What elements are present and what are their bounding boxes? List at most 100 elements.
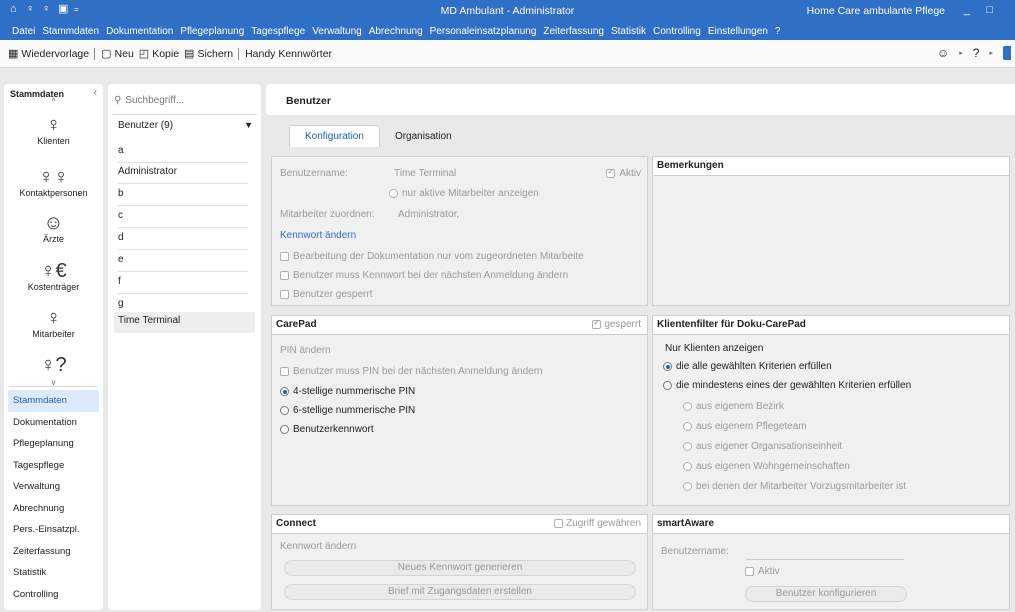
nav-item-more[interactable]: ♀? (4, 354, 103, 376)
scroll-up-icon[interactable]: ^ (4, 97, 103, 106)
pin6-radio[interactable]: 6-stellige nummerische PIN (280, 405, 415, 416)
list-item[interactable]: b (118, 185, 248, 206)
help-icon[interactable]: ? (973, 46, 980, 60)
criterion-label: aus eigenen Wohngemeinschaften (696, 461, 850, 472)
criterion-checkbox[interactable]: aus eigenem Bezirk (683, 401, 784, 412)
only-active-checkbox[interactable]: nur aktive Mitarbeiter anzeigen (389, 188, 539, 199)
module-zeiterfassung[interactable]: Zeiterfassung (4, 541, 103, 563)
calendar-icon: ▦ (8, 48, 19, 60)
module-pers-einsatzpl[interactable]: Pers.-Einsatzpl. (4, 519, 103, 541)
doc-only-checkbox[interactable]: Bearbeitung der Dokumentation nur vom zu… (280, 251, 584, 262)
list-item[interactable]: c (118, 207, 248, 228)
menu-personaleinsatzplanung[interactable]: Personaleinsatzplanung (430, 26, 544, 37)
dropdown-arrow-icon[interactable]: ▼ (244, 120, 253, 130)
module-tagespflege[interactable]: Tagespflege (4, 455, 103, 477)
list-item[interactable]: Administrator (118, 163, 248, 184)
save-button[interactable]: ▤ Sichern (184, 47, 233, 61)
criterion-checkbox[interactable]: aus eigenem Pflegeteam (683, 421, 807, 432)
criterion-checkbox[interactable]: aus eigenen Wohngemeinschaften (683, 461, 850, 472)
checkbox-icon (280, 367, 289, 376)
smartaware-aktiv-checkbox[interactable]: Aktiv (745, 566, 780, 577)
generate-password-button[interactable]: Neues Kennwort generieren (284, 560, 636, 576)
menu-statistik[interactable]: Statistik (611, 26, 653, 37)
list-item-selected[interactable]: Time Terminal (114, 312, 255, 333)
menu-tagespflege[interactable]: Tagespflege (251, 26, 312, 37)
handy-passwords-button[interactable]: Handy Kennwörter (245, 48, 332, 60)
copy-button[interactable]: ◰ Kopie (139, 47, 180, 61)
user-locked-checkbox[interactable]: Benutzer gesperrt (280, 289, 373, 300)
module-verwaltung[interactable]: Verwaltung (4, 476, 103, 498)
menu-einstellungen[interactable]: Einstellungen (708, 26, 775, 37)
module-stammdaten[interactable]: Stammdaten (8, 390, 99, 412)
pin4-radio[interactable]: 4-stellige nummerische PIN (280, 386, 415, 397)
wiedervorlage-button[interactable]: ▦ Wiedervorlage (8, 47, 89, 61)
new-button[interactable]: ▢ Neu (101, 47, 134, 61)
criterion-label: aus eigenem Pflegeteam (696, 421, 807, 432)
create-letter-button[interactable]: Brief mit Zugangsdaten erstellen (284, 584, 636, 600)
user-group-header[interactable]: Benutzer (9) (118, 120, 173, 131)
username-label: Benutzername: (280, 168, 348, 179)
nav-item-kontaktpersonen[interactable]: ♀♀ Kontaktpersonen (4, 166, 103, 198)
list-item[interactable]: a (118, 142, 248, 163)
maximize-button[interactable]: □ (986, 4, 993, 16)
filter-all-radio[interactable]: die alle gewählten Kriterien erfüllen (663, 361, 832, 372)
must-change-pw-checkbox[interactable]: Benutzer muss Kennwort bei der nächsten … (280, 270, 568, 281)
smartaware-username-input[interactable] (746, 559, 904, 560)
criterion-checkbox[interactable]: aus eigener Organisationseinheit (683, 441, 842, 452)
carepad-title: CarePad (272, 316, 647, 335)
nav-item-aerzte[interactable]: ☺ Ärzte (4, 212, 103, 244)
smartaware-panel: smartAware Benutzername: Aktiv Benutzer … (652, 514, 1010, 610)
search-input[interactable]: ⚲ Suchbegriff... (114, 95, 184, 106)
module-statistik[interactable]: Statistik (4, 562, 103, 584)
menu-verwaltung[interactable]: Verwaltung (312, 26, 368, 37)
person-icon: ♀ (46, 114, 61, 136)
module-dokumentation[interactable]: Dokumentation (4, 412, 103, 434)
access-checkbox[interactable]: Zugriff gewähren (554, 518, 641, 529)
checkbox-icon (554, 519, 564, 528)
minimize-button[interactable]: _ (964, 4, 970, 16)
toolbar-separator (94, 47, 96, 60)
criterion-label: aus eigener Organisationseinheit (696, 441, 843, 452)
pin-must-change-checkbox[interactable]: Benutzer muss PIN bei der nächsten Anmel… (280, 366, 543, 377)
menu-controlling[interactable]: Controlling (653, 26, 708, 37)
main-panel: Benutzer Konfiguration Organisation Benu… (266, 84, 1015, 610)
criterion-checkbox[interactable]: bei denen der Mitarbeiter Vorzugsmitarbe… (683, 481, 906, 492)
assign-value[interactable]: Administrator, (398, 209, 459, 220)
tab-organisation[interactable]: Organisation (380, 125, 467, 147)
checkbox-icon (745, 567, 754, 576)
change-password-link[interactable]: Kennwort ändern (280, 230, 356, 241)
module-controlling[interactable]: Controlling (4, 584, 103, 606)
menu-abrechnung[interactable]: Abrechnung (369, 26, 430, 37)
list-item[interactable]: d (118, 229, 248, 250)
chevron-right-icon: ▸ (989, 50, 993, 57)
userpw-radio[interactable]: Benutzerkennwort (280, 424, 374, 435)
nav-item-kostentraeger[interactable]: ♀€ Kostenträger (4, 260, 103, 292)
nav-item-mitarbeiter[interactable]: ♀ Mitarbeiter (4, 307, 103, 339)
module-abrechnung[interactable]: Abrechnung (4, 498, 103, 520)
checkbox-icon (280, 271, 289, 280)
aktiv-checkbox[interactable]: Aktiv (606, 167, 641, 179)
carepad-locked-checkbox[interactable]: gesperrt (592, 318, 641, 330)
menu-help[interactable]: ? (775, 26, 788, 37)
nav-divider (10, 386, 97, 387)
side-panel-handle[interactable] (1003, 46, 1011, 60)
copy-label: Kopie (152, 47, 180, 60)
username-value[interactable]: Time Terminal (394, 168, 456, 179)
filter-any-radio[interactable]: die mindestens eines der gewählten Krite… (663, 380, 911, 391)
carepad-locked-label: gesperrt (604, 319, 641, 330)
nav-label: Klienten (37, 136, 70, 146)
configure-user-button[interactable]: Benutzer konfigurieren (745, 586, 907, 602)
list-item[interactable]: f (118, 273, 248, 294)
tab-konfiguration[interactable]: Konfiguration (289, 125, 380, 147)
checkbox-icon (280, 252, 289, 261)
menu-datei[interactable]: Datei (12, 26, 42, 37)
module-pflegeplanung[interactable]: Pflegeplanung (4, 433, 103, 455)
menu-zeiterfassung[interactable]: Zeiterfassung (543, 26, 611, 37)
menu-dokumentation[interactable]: Dokumentation (106, 26, 180, 37)
nav-item-klienten[interactable]: ♀ Klienten (4, 114, 103, 146)
menu-pflegeplanung[interactable]: Pflegeplanung (180, 26, 251, 37)
list-item[interactable]: e (118, 251, 248, 272)
smiley-icon[interactable]: ☺ (937, 46, 949, 60)
employee-icon: ♀ (46, 307, 61, 329)
menu-stammdaten[interactable]: Stammdaten (42, 26, 106, 37)
